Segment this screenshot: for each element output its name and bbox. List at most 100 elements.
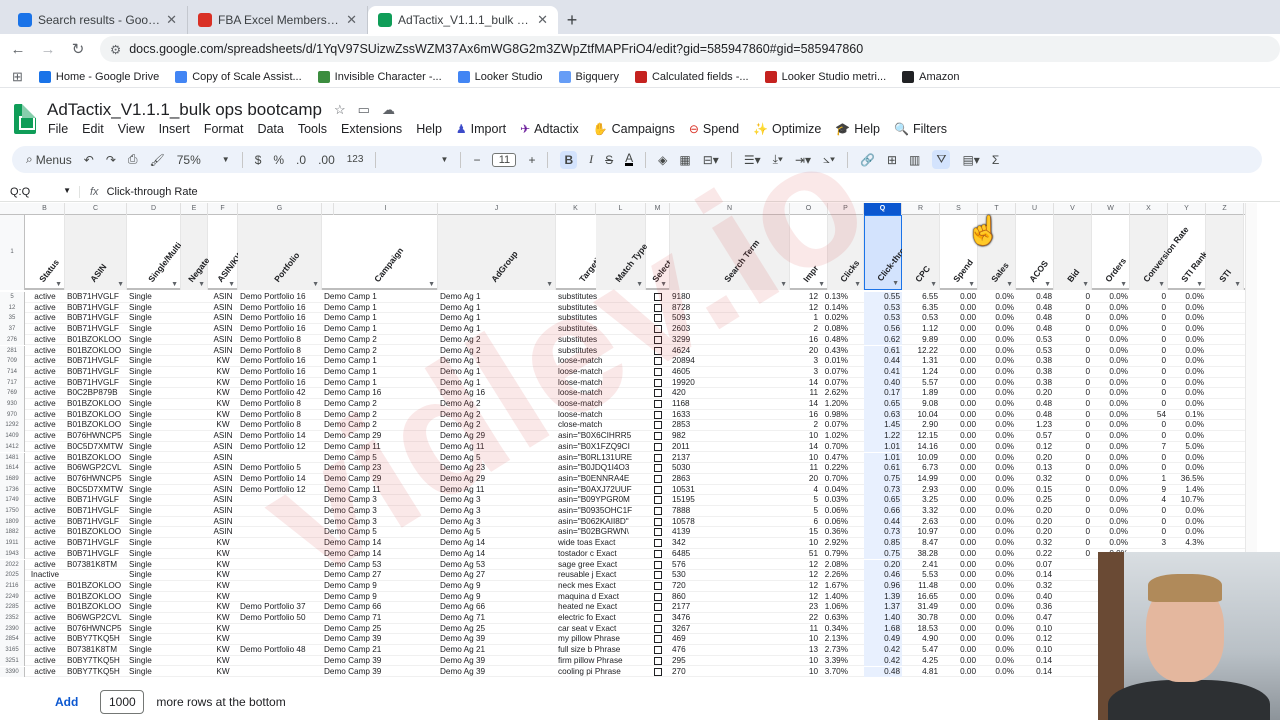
cell-adgroup[interactable]: Demo Ag 2 (438, 410, 556, 421)
functions-icon[interactable]: Σ (992, 153, 999, 167)
cell-clicks[interactable]: 0.06% (820, 517, 850, 528)
cell-bid[interactable] (1054, 634, 1092, 645)
cell-status[interactable]: active (25, 367, 65, 378)
cell-cpc[interactable]: 12.22 (902, 346, 940, 357)
filter-dropdown-icon[interactable]: ▼ (55, 281, 62, 288)
cell-acos[interactable]: 0.20 (1016, 517, 1054, 528)
cell-portfolio[interactable]: Demo Portfolio 50 (238, 613, 322, 624)
filter-dropdown-icon[interactable]: ▼ (312, 281, 319, 288)
cell-single-multi[interactable]: Single (127, 431, 181, 442)
move-folder-icon[interactable]: ▭ (358, 102, 370, 118)
cell-negate[interactable] (181, 538, 208, 549)
cell-asin[interactable]: B0B71HVGLF (65, 367, 127, 378)
menu-file[interactable]: File (48, 122, 68, 136)
cell-portfolio[interactable] (238, 570, 322, 581)
cell-campaign[interactable]: Demo Camp 2 (322, 410, 438, 421)
font-size-input[interactable]: 11 (492, 152, 517, 167)
header-cell-impr[interactable]: Impr ▼ (790, 215, 828, 290)
cell-search-term[interactable]: 295 (670, 656, 790, 667)
cell-acos[interactable]: 0.47 (1016, 613, 1054, 624)
column-letter-J[interactable]: J (438, 203, 556, 215)
cell-negate[interactable] (181, 656, 208, 667)
cell-adgroup[interactable]: Demo Ag 1 (438, 378, 556, 389)
select-checkbox[interactable] (654, 560, 662, 569)
cell-asin-kw[interactable]: KW (208, 613, 238, 624)
vertical-align-icon[interactable]: ⤓▾ (773, 152, 783, 167)
column-letter-F[interactable]: F (208, 203, 238, 215)
cell-adgroup[interactable]: Demo Ag 14 (438, 538, 556, 549)
cell-search-term[interactable]: 1168 (670, 399, 790, 410)
cell-search-term[interactable]: 4624 (670, 346, 790, 357)
cell-targeting[interactable]: asin="B0RL131URE (556, 453, 634, 464)
cell-adgroup[interactable]: Demo Ag 3 (438, 517, 556, 528)
header-cell-portfolio[interactable]: Portfolio ▼ (238, 215, 322, 290)
cell-adgroup[interactable]: Demo Ag 1 (438, 324, 556, 335)
cell-acos[interactable]: 0.48 (1016, 303, 1054, 314)
cell-targeting[interactable]: close-match (556, 420, 634, 431)
cell-acos[interactable]: 0.13 (1016, 463, 1054, 474)
cell-campaign[interactable]: Demo Camp 1 (322, 303, 438, 314)
cell-sti-rank[interactable]: 0.0% (1168, 527, 1206, 538)
cell-conversion-rate[interactable]: 0 (1130, 324, 1168, 335)
cell-negate[interactable] (181, 335, 208, 346)
cell-negate[interactable] (181, 645, 208, 656)
cell-negate[interactable] (181, 367, 208, 378)
cell-clicks[interactable]: 1.20% (820, 399, 850, 410)
cell-campaign[interactable]: Demo Camp 39 (322, 634, 438, 645)
cell-targeting[interactable]: asin="B0935OHC1F (556, 506, 634, 517)
table-row[interactable]: 37 active B0B71HVGLF Single ASIN Demo Portfol… (0, 324, 1245, 335)
cell-adgroup[interactable]: Demo Ag 23 (438, 463, 556, 474)
header-cell-sti-rank[interactable]: STI Rank ▼ (1168, 215, 1209, 290)
cell-spend[interactable]: 0.00 (940, 453, 978, 464)
cell-impr[interactable]: 3 (790, 356, 820, 367)
cell-clicks[interactable]: 0.79% (820, 549, 850, 560)
cell-acos[interactable]: 0.38 (1016, 356, 1054, 367)
table-row[interactable]: 970 active B01BZOKLOO Single KW Demo Portfoli… (0, 409, 1245, 421)
cell-adgroup[interactable]: Demo Ag 29 (438, 474, 556, 485)
cell-sales[interactable]: 0.0% (978, 399, 1016, 410)
cell-sti-rank[interactable]: 1.4% (1168, 485, 1206, 496)
cell-single-multi[interactable]: Single (127, 549, 181, 560)
cell-asin-kw[interactable]: KW (208, 420, 238, 431)
cell-bid[interactable] (1054, 645, 1092, 656)
cell-negate[interactable] (181, 442, 208, 453)
cell-impr[interactable]: 10 (790, 453, 820, 464)
cell-asin[interactable]: B0C5D7XMTW (65, 442, 127, 453)
new-tab-button[interactable]: + (558, 6, 586, 34)
row-number[interactable]: 12 (0, 302, 25, 314)
merge-cells-icon[interactable]: ⊟▾ (703, 153, 719, 167)
filter-dropdown-icon[interactable]: ▼ (892, 280, 899, 287)
cell-spend[interactable]: 0.00 (940, 335, 978, 346)
cell-cpc[interactable]: 1.31 (902, 356, 940, 367)
cell-negate[interactable] (181, 560, 208, 571)
cell-click-through-rate[interactable]: 0.75 (864, 473, 902, 485)
cell-asin-kw[interactable]: ASIN (208, 292, 238, 303)
cell-bid[interactable]: 0 (1054, 517, 1092, 528)
cell-select[interactable] (646, 431, 670, 442)
table-row[interactable]: 1614 active B06WGP2CVL Single ASIN Demo Portf… (0, 463, 1245, 474)
cell-bid[interactable] (1054, 592, 1092, 603)
cell-campaign[interactable]: Demo Camp 14 (322, 538, 438, 549)
cell-sales[interactable]: 0.0% (978, 517, 1016, 528)
cell-match-type[interactable] (634, 420, 646, 431)
cell-search-term[interactable]: 576 (670, 560, 790, 571)
cell-spend[interactable]: 0.00 (940, 667, 978, 678)
cell-cpc[interactable]: 12.15 (902, 431, 940, 442)
cell-bid[interactable]: 0 (1054, 324, 1092, 335)
cell-negate[interactable] (181, 495, 208, 506)
cell-single-multi[interactable]: Single (127, 324, 181, 335)
cell-single-multi[interactable]: Single (127, 346, 181, 357)
cell-select[interactable] (646, 378, 670, 389)
cell-portfolio[interactable]: Demo Portfolio 8 (238, 410, 322, 421)
cell-click-through-rate[interactable]: 0.49 (864, 634, 902, 646)
cell-sti-rank[interactable]: 4.3% (1168, 538, 1206, 549)
select-checkbox[interactable] (654, 378, 662, 387)
cell-conversion-rate[interactable]: 1 (1130, 474, 1168, 485)
cell-campaign[interactable]: Demo Camp 1 (322, 292, 438, 303)
cell-impr[interactable]: 10 (790, 656, 820, 667)
cell-bid[interactable]: 0 (1054, 313, 1092, 324)
cell-campaign[interactable]: Demo Camp 11 (322, 485, 438, 496)
cell-sales[interactable]: 0.0% (978, 656, 1016, 667)
cell-status[interactable]: active (25, 634, 65, 645)
table-row[interactable]: 3251 active B0BY7TKQ5H Single KW Demo Camp 39… (0, 655, 1245, 667)
